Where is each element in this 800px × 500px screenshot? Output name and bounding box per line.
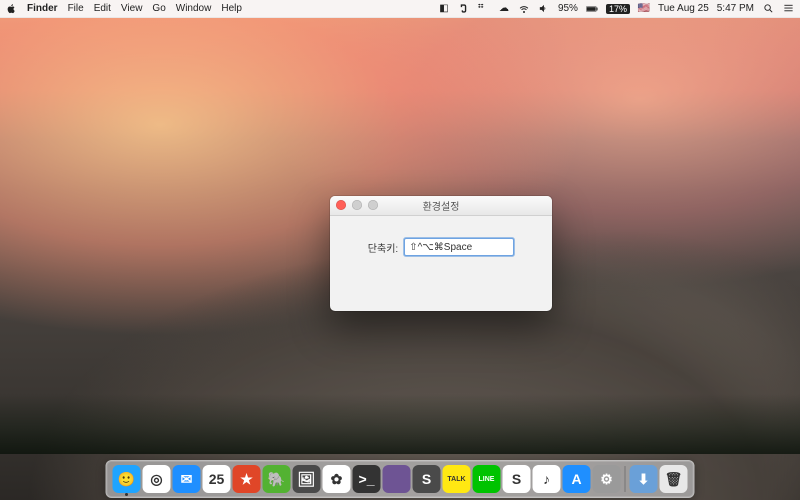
window-minimize-button[interactable] [352, 200, 362, 210]
menu-view[interactable]: View [121, 3, 143, 14]
menu-go[interactable]: Go [152, 3, 165, 14]
dock-app-downloads[interactable]: ⬇︎ [630, 465, 658, 493]
dock-app-finder[interactable]: 🙂 [113, 465, 141, 493]
dock-app-sublime[interactable]: S [413, 465, 441, 493]
evernote-menubar-icon[interactable] [458, 3, 470, 15]
menubar-date[interactable]: Tue Aug 25 [658, 3, 709, 14]
dock-app-github[interactable] [383, 465, 411, 493]
dock: 🙂◎✉︎25★🐘🖼✿>_STALKLINES♪A⚙︎⬇︎🗑 [106, 460, 695, 498]
dock-app-evernote[interactable]: 🐘 [263, 465, 291, 493]
preferences-window: 환경설정 단축키: [330, 196, 552, 311]
dock-app-calendar[interactable]: 25 [203, 465, 231, 493]
dock-app-wunderlist[interactable]: ★ [233, 465, 261, 493]
menu-extra-1-icon[interactable]: ◧ [438, 3, 450, 15]
battery-icon[interactable] [586, 3, 598, 15]
apple-menu[interactable] [6, 3, 17, 14]
menubar-clock[interactable]: 5:47 PM [717, 3, 754, 14]
wifi-icon[interactable] [518, 3, 530, 15]
shortcut-label: 단축키: [368, 240, 398, 255]
menu-help[interactable]: Help [221, 3, 242, 14]
menu-edit[interactable]: Edit [94, 3, 111, 14]
window-title: 환경설정 [423, 198, 460, 213]
window-close-button[interactable] [336, 200, 346, 210]
dock-app-iterm[interactable]: >_ [353, 465, 381, 493]
dock-app-chrome[interactable]: ◎ [143, 465, 171, 493]
dock-app-itunes[interactable]: ♪ [533, 465, 561, 493]
menu-window[interactable]: Window [176, 3, 212, 14]
shortcut-field[interactable] [404, 238, 514, 256]
battery-badge[interactable]: 17% [606, 4, 630, 14]
app-name-menu[interactable]: Finder [27, 3, 58, 14]
desktop: Finder File Edit View Go Window Help ◧ ☁… [0, 0, 800, 500]
battery-percent[interactable]: 95% [558, 3, 578, 14]
dock-app-appstore[interactable]: A [563, 465, 591, 493]
notification-center-icon[interactable] [782, 3, 794, 15]
dock-app-preview[interactable]: 🖼 [293, 465, 321, 493]
dropbox-menubar-icon[interactable] [478, 3, 490, 15]
wallpaper-trees [0, 394, 800, 454]
dock-app-mail[interactable]: ✉︎ [173, 465, 201, 493]
dock-app-trash[interactable]: 🗑 [660, 465, 688, 493]
dock-app-line[interactable]: LINE [473, 465, 501, 493]
spotlight-icon[interactable] [762, 3, 774, 15]
input-source-flag[interactable]: 🇺🇸 [638, 3, 650, 15]
dock-separator [625, 466, 626, 492]
window-titlebar[interactable]: 환경설정 [330, 196, 552, 216]
dock-app-settings[interactable]: ⚙︎ [593, 465, 621, 493]
cloud-menubar-icon[interactable]: ☁︎ [498, 3, 510, 15]
menubar: Finder File Edit View Go Window Help ◧ ☁… [0, 0, 800, 18]
dock-app-slack[interactable]: S [503, 465, 531, 493]
volume-icon[interactable] [538, 3, 550, 15]
window-zoom-button[interactable] [368, 200, 378, 210]
dock-app-photos[interactable]: ✿ [323, 465, 351, 493]
menu-file[interactable]: File [68, 3, 84, 14]
dock-app-kakaotalk[interactable]: TALK [443, 465, 471, 493]
